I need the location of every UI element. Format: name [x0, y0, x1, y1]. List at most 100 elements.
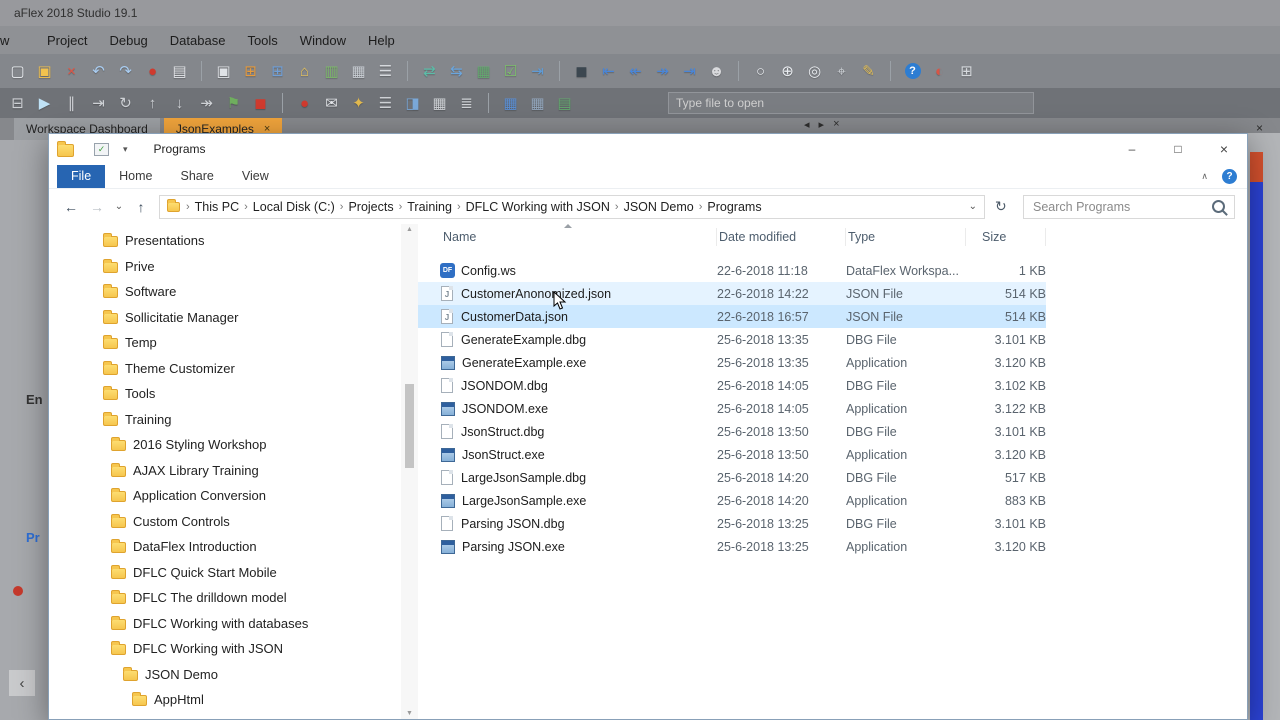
file-row-generateexample-exe[interactable]: GenerateExample.exe25-6-2018 13:35Applic…	[418, 351, 1046, 374]
tree-item-dflc-quick-start-mobile[interactable]: DFLC Quick Start Mobile	[49, 560, 401, 586]
column-header-name[interactable]: Name	[418, 228, 717, 246]
nav-next-icon[interactable]: ↠	[649, 59, 676, 83]
delete-icon[interactable]: ×	[58, 59, 85, 83]
mail-icon[interactable]: ✉	[318, 91, 345, 115]
tab-scroll-right-icon[interactable]: ▸	[819, 118, 825, 131]
ribbon-tab-file[interactable]: File	[57, 165, 105, 188]
menu-project[interactable]: Project	[36, 33, 98, 48]
home-icon[interactable]: ⌂	[291, 59, 318, 83]
minimize-button[interactable]: –	[1109, 134, 1155, 164]
column-header-type[interactable]: Type	[846, 228, 966, 246]
column-header-size[interactable]: Size	[966, 228, 1046, 246]
quick-access-caret-icon[interactable]: ▾	[123, 144, 128, 155]
file-row-config-ws[interactable]: DFConfig.ws22-6-2018 11:18DataFlex Works…	[418, 259, 1046, 282]
scroll-down-icon[interactable]: ▼	[401, 710, 418, 717]
table-gray-icon[interactable]: ▦	[524, 91, 551, 115]
breadcrumb-item-training[interactable]: Training	[405, 199, 454, 215]
copy-icon[interactable]: ▣	[210, 59, 237, 83]
file-row-jsonstruct-dbg[interactable]: JsonStruct.dbg25-6-2018 13:50DBG File3.1…	[418, 420, 1046, 443]
address-bar[interactable]: ›This PC›Local Disk (C:)›Projects›Traini…	[159, 195, 985, 219]
step-into-icon[interactable]: ↓	[166, 91, 193, 115]
redo-icon[interactable]: ↷	[112, 59, 139, 83]
menu-debug[interactable]: Debug	[98, 33, 158, 48]
file-row-customerdata-json[interactable]: JCustomerData.json22-6-2018 16:57JSON Fi…	[418, 305, 1046, 328]
nav-prev-icon[interactable]: ↞	[622, 59, 649, 83]
print-icon[interactable]: ▤	[166, 59, 193, 83]
nav-first-icon[interactable]: ⇤	[595, 59, 622, 83]
file-row-largejsonsample-dbg[interactable]: LargeJsonSample.dbg25-6-2018 14:20DBG Fi…	[418, 466, 1046, 489]
tab-scroll-left-icon[interactable]: ◂	[804, 118, 810, 131]
tree-item-prive[interactable]: Prive	[49, 254, 401, 280]
barcode-icon[interactable]: ☰	[372, 91, 399, 115]
about-icon[interactable]: ◐	[926, 59, 953, 83]
nav-last-icon[interactable]: ⇥	[676, 59, 703, 83]
window-grid-icon[interactable]: ⊞	[953, 59, 980, 83]
explorer-titlebar[interactable]: ✓ ▾ Programs – □ ×	[49, 134, 1247, 164]
tree-item-tools[interactable]: Tools	[49, 381, 401, 407]
key-icon[interactable]: ✦	[345, 91, 372, 115]
recent-locations-caret-icon[interactable]: ⌄	[111, 201, 127, 212]
table-orange-icon[interactable]: ⊞	[237, 59, 264, 83]
data-table-icon[interactable]: ▦	[497, 91, 524, 115]
rows-icon[interactable]: ≣	[453, 91, 480, 115]
edit-icon[interactable]: ✎	[855, 59, 882, 83]
tree-item-training[interactable]: Training	[49, 407, 401, 433]
file-open-input[interactable]: Type file to open	[668, 92, 1034, 114]
search-input[interactable]: Search Programs	[1023, 195, 1235, 219]
tree-item-software[interactable]: Software	[49, 279, 401, 305]
tree-item-sollicitatie-manager[interactable]: Sollicitatie Manager	[49, 305, 401, 331]
undo-icon[interactable]: ↶	[85, 59, 112, 83]
tree-item-theme-customizer[interactable]: Theme Customizer	[49, 356, 401, 382]
tree-item-ajax-library-training[interactable]: AJAX Library Training	[49, 458, 401, 484]
tree-item-json-demo[interactable]: JSON Demo	[49, 662, 401, 688]
grid-icon[interactable]: ▦	[426, 91, 453, 115]
quick-access-icon[interactable]: ✓	[94, 143, 109, 156]
menu-tools[interactable]: Tools	[236, 33, 288, 48]
tree-item-dflc-the-drilldown-model[interactable]: DFLC The drilldown model	[49, 585, 401, 611]
file-row-jsonstruct-exe[interactable]: JsonStruct.exe25-6-2018 13:50Application…	[418, 443, 1046, 466]
new-document-icon[interactable]: ▢	[4, 59, 31, 83]
back-button[interactable]: ←	[59, 199, 83, 215]
list-icon[interactable]: ☰	[372, 59, 399, 83]
breadcrumb-item-json-demo[interactable]: JSON Demo	[622, 199, 696, 215]
breadcrumb-item-projects[interactable]: Projects	[346, 199, 395, 215]
tree-item-dflc-working-with-databases[interactable]: DFLC Working with databases	[49, 611, 401, 637]
split-window-icon[interactable]: ◨	[399, 91, 426, 115]
refresh-icon[interactable]: ↻	[995, 198, 1007, 215]
tree-item-apphtml[interactable]: AppHtml	[49, 687, 401, 713]
scrollbar-thumb[interactable]	[405, 384, 414, 468]
tree-item-dataflex-introduction[interactable]: DataFlex Introduction	[49, 534, 401, 560]
run-to-cursor-icon[interactable]: ↠	[193, 91, 220, 115]
zoom-icon[interactable]: ⊕	[774, 59, 801, 83]
stop-icon[interactable]: ◼	[247, 91, 274, 115]
restart-icon[interactable]: ↻	[112, 91, 139, 115]
panel-icon[interactable]: ⊟	[4, 91, 31, 115]
close-button[interactable]: ×	[1201, 134, 1247, 164]
tree-item-custom-controls[interactable]: Custom Controls	[49, 509, 401, 535]
ribbon-collapse-icon[interactable]: ∧	[1201, 171, 1208, 182]
scroll-up-icon[interactable]: ▲	[401, 226, 418, 233]
breadcrumb-item-this-pc[interactable]: This PC	[193, 199, 241, 215]
sync-icon[interactable]: ⇄	[416, 59, 443, 83]
component-icon[interactable]: ▦	[345, 59, 372, 83]
forward-button[interactable]: →	[85, 199, 109, 215]
file-row-generateexample-dbg[interactable]: GenerateExample.dbg25-6-2018 13:35DBG Fi…	[418, 328, 1046, 351]
chart-icon[interactable]: ▦	[470, 59, 497, 83]
step-over-icon[interactable]: ⇥	[85, 91, 112, 115]
search-icon[interactable]: ○	[747, 59, 774, 83]
background-close-icon[interactable]: ×	[1256, 121, 1263, 135]
tree-item-2016-styling-workshop[interactable]: 2016 Styling Workshop	[49, 432, 401, 458]
record-icon[interactable]: ●	[139, 59, 166, 83]
pause-icon[interactable]: ∥	[58, 91, 85, 115]
help-icon[interactable]: ?	[1222, 169, 1237, 184]
breadcrumb-item-local-disk-c[interactable]: Local Disk (C:)	[251, 199, 337, 215]
menu-database[interactable]: Database	[159, 33, 237, 48]
breadcrumb-item-programs[interactable]: Programs	[705, 199, 763, 215]
tree-item-temp[interactable]: Temp	[49, 330, 401, 356]
menu-window[interactable]: Window	[289, 33, 357, 48]
tree-item-presentations[interactable]: Presentations	[49, 228, 401, 254]
ribbon-tab-home[interactable]: Home	[105, 165, 166, 188]
tree-item-dflc-working-with-json[interactable]: DFLC Working with JSON	[49, 636, 401, 662]
file-row-jsondom-dbg[interactable]: JSONDOM.dbg25-6-2018 14:05DBG File3.102 …	[418, 374, 1046, 397]
tree-item-application-conversion[interactable]: Application Conversion	[49, 483, 401, 509]
